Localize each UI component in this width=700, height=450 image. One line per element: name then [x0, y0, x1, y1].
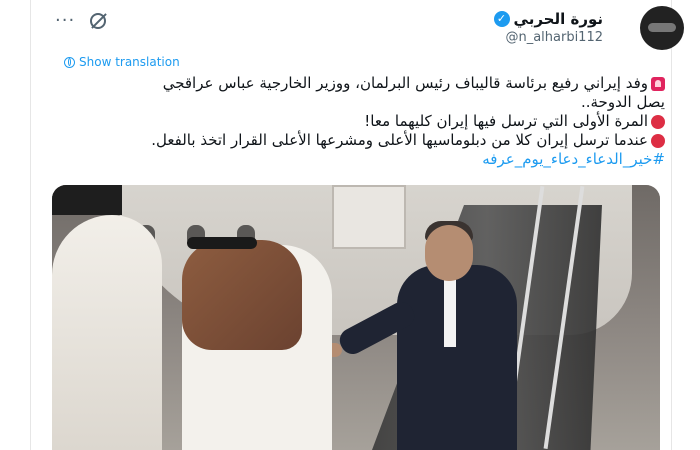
grok-icon[interactable] [90, 13, 106, 29]
siren-emoji-icon [651, 76, 665, 91]
ghutra-headdress [182, 240, 302, 350]
foreground-figure [52, 215, 162, 450]
author-avatar[interactable] [640, 6, 684, 50]
globe-icon [64, 56, 75, 68]
post-line: وفد إيراني رفيع برئاسة قاليباف رئيس البر… [60, 74, 665, 93]
author-name-row[interactable]: نورة الحربي ✓ [493, 10, 603, 28]
man-shirt [444, 277, 456, 347]
author-display-name[interactable]: نورة الحربي [514, 10, 603, 28]
post-text: وفد إيراني رفيع برئاسة قاليباف رئيس البر… [60, 74, 665, 169]
post-line-text: يصل الدوحة.. [580, 93, 665, 111]
post-line: #خير_الدعاء_دعاء_يوم_عرفه [60, 150, 665, 169]
show-translation-link[interactable]: Show translation [64, 55, 180, 69]
post-media-video[interactable] [52, 185, 660, 450]
red-circle-emoji-icon [651, 133, 665, 148]
post-line: يصل الدوحة.. [60, 93, 665, 112]
airplane-door [332, 185, 406, 249]
post-line-text: وفد إيراني رفيع برئاسة قاليباف رئيس البر… [162, 74, 648, 92]
hashtag-link[interactable]: #خير_الدعاء_دعاء_يوم_عرفه [482, 150, 665, 169]
show-translation-label: Show translation [79, 55, 180, 69]
agal-cord [187, 237, 257, 249]
red-circle-emoji-icon [651, 114, 665, 129]
post-line: عندما ترسل إيران كلا من دبلوماسيها الأعل… [60, 131, 665, 150]
post-line-text: المرة الأولى التي ترسل فيها إيران كليهما… [364, 112, 648, 130]
foreground-dark-object [52, 185, 122, 215]
author-handle[interactable]: @n_alharbi112 [505, 30, 603, 45]
post-line: المرة الأولى التي ترسل فيها إيران كليهما… [60, 112, 665, 131]
more-options-icon[interactable]: ··· [55, 10, 75, 31]
avatar-graphic [648, 23, 676, 32]
verified-badge-icon: ✓ [493, 11, 510, 27]
man-in-suit [397, 265, 517, 450]
man-head [425, 225, 473, 281]
post-line-text: عندما ترسل إيران كلا من دبلوماسيها الأعل… [151, 131, 648, 149]
